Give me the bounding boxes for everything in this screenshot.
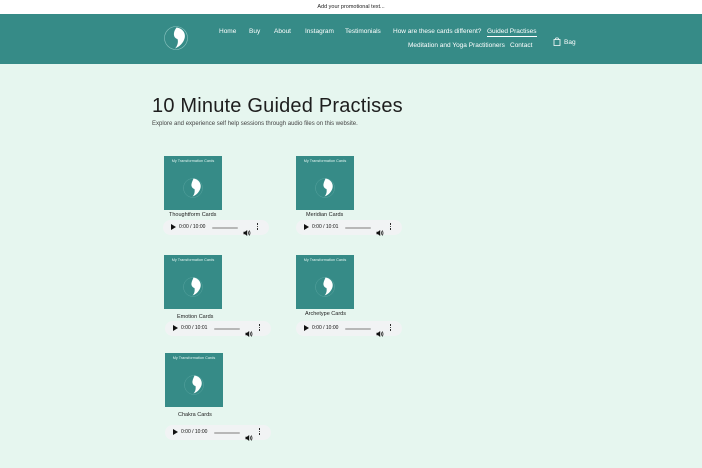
- card-label: Thoughtform Cards: [169, 212, 217, 218]
- volume-icon[interactable]: [243, 224, 251, 242]
- promo-banner: Add your promotional text...: [0, 0, 702, 14]
- card-logo-icon: [184, 375, 204, 395]
- play-icon[interactable]: [171, 224, 176, 230]
- nav-testimonials[interactable]: Testimonials: [345, 28, 381, 35]
- site-header: [0, 14, 702, 64]
- nav-home[interactable]: Home: [219, 28, 236, 35]
- promo-text: Add your promotional text...: [317, 4, 385, 10]
- audio-player-thoughtform[interactable]: 0:00 / 10:00: [163, 220, 269, 236]
- play-icon[interactable]: [173, 429, 178, 435]
- card-image-text: My Transformation Cards: [172, 356, 216, 360]
- audio-time: 0:00 / 10:01: [181, 325, 208, 331]
- card-image-thoughtform: My Transformation Cards: [164, 156, 222, 210]
- play-icon[interactable]: [173, 325, 178, 331]
- play-icon[interactable]: [304, 224, 309, 230]
- volume-icon[interactable]: [376, 325, 384, 343]
- bag-button[interactable]: Bag: [553, 33, 576, 51]
- nav-guided-practises[interactable]: Guided Practises: [487, 28, 537, 37]
- audio-time: 0:00 / 10:00: [181, 429, 208, 435]
- card-label: Archetype Cards: [305, 311, 346, 317]
- nav-instagram[interactable]: Instagram: [305, 28, 334, 35]
- card-label: Emotion Cards: [177, 314, 214, 320]
- bag-icon: [553, 33, 561, 51]
- card-image-text: My Transformation Cards: [303, 159, 347, 163]
- audio-time: 0:00 / 10:00: [312, 325, 339, 331]
- volume-icon[interactable]: [245, 325, 253, 343]
- audio-player-meridian[interactable]: 0:00 / 10:01: [296, 220, 402, 236]
- card-image-text: My Transformation Cards: [171, 159, 215, 163]
- page-title: 10 Minute Guided Practises: [152, 95, 403, 117]
- card-image-emotion: My Transformation Cards: [164, 255, 222, 309]
- card-image-meridian: My Transformation Cards: [296, 156, 354, 210]
- card-logo-icon: [183, 178, 203, 198]
- card-logo-icon: [315, 277, 335, 297]
- card-logo-icon: [183, 277, 203, 297]
- audio-player-chakra[interactable]: 0:00 / 10:00: [165, 425, 271, 441]
- audio-player-emotion[interactable]: 0:00 / 10:01: [165, 321, 271, 337]
- more-options-icon[interactable]: [389, 324, 392, 334]
- audio-progress-bar[interactable]: [214, 328, 240, 330]
- play-icon[interactable]: [304, 325, 309, 331]
- audio-time: 0:00 / 10:00: [179, 224, 206, 230]
- audio-progress-bar[interactable]: [214, 432, 240, 434]
- nav-how-different[interactable]: How are these cards different?: [393, 28, 481, 35]
- page-subtitle: Explore and experience self help session…: [152, 121, 358, 127]
- nav-meditation-yoga[interactable]: Meditation and Yoga Practitioners: [408, 42, 505, 49]
- volume-icon[interactable]: [376, 224, 384, 242]
- more-options-icon[interactable]: [258, 324, 261, 334]
- nav-about[interactable]: About: [274, 28, 291, 35]
- card-image-chakra: My Transformation Cards: [165, 353, 223, 407]
- more-options-icon[interactable]: [256, 223, 259, 233]
- card-logo-icon: [315, 178, 335, 198]
- nav-buy[interactable]: Buy: [249, 28, 260, 35]
- volume-icon[interactable]: [245, 429, 253, 447]
- more-options-icon[interactable]: [258, 428, 261, 438]
- more-options-icon[interactable]: [389, 223, 392, 233]
- bag-label: Bag: [564, 38, 576, 46]
- nav-contact[interactable]: Contact: [510, 42, 532, 49]
- card-image-archetype: My Transformation Cards: [296, 255, 354, 309]
- card-label: Meridian Cards: [306, 212, 344, 218]
- logo-icon[interactable]: [163, 25, 189, 51]
- audio-player-archetype[interactable]: 0:00 / 10:00: [296, 321, 402, 337]
- card-image-text: My Transformation Cards: [171, 258, 215, 262]
- audio-progress-bar[interactable]: [345, 227, 371, 229]
- card-image-text: My Transformation Cards: [303, 258, 347, 262]
- audio-progress-bar[interactable]: [345, 328, 371, 330]
- audio-time: 0:00 / 10:01: [312, 224, 339, 230]
- card-label: Chakra Cards: [178, 412, 212, 418]
- audio-progress-bar[interactable]: [212, 227, 238, 229]
